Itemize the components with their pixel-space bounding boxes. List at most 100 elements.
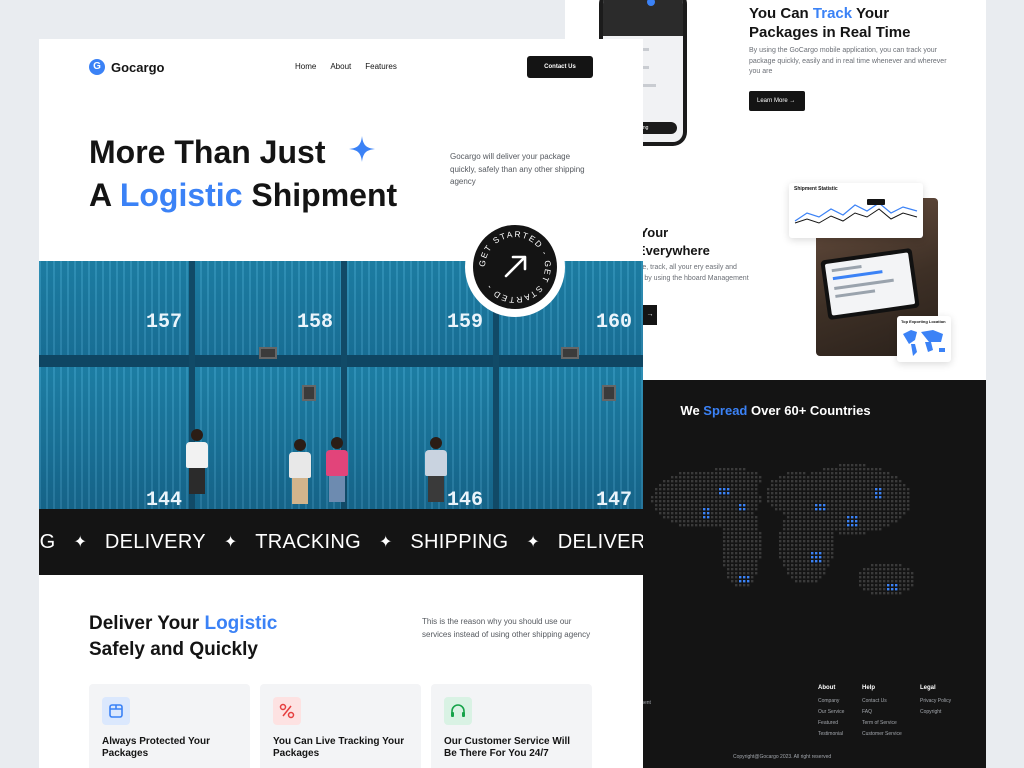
map-dot: [707, 504, 710, 507]
map-dot: [747, 580, 750, 583]
map-dot: [755, 488, 758, 491]
map-dot: [847, 472, 850, 475]
footer-link[interactable]: Customer Service: [862, 729, 902, 740]
map-dot: [751, 532, 754, 535]
map-dot: [883, 504, 886, 507]
map-dot: [731, 480, 734, 483]
map-dot: [771, 504, 774, 507]
map-dot: [779, 556, 782, 559]
gocargo-logo-icon[interactable]: G: [89, 59, 105, 75]
map-dot: [879, 568, 882, 571]
map-dot: [871, 472, 874, 475]
feature-card-tracking[interactable]: You Can Live Tracking Your Packages: [260, 684, 421, 768]
footer-link[interactable]: Copyright: [920, 707, 951, 718]
map-dot: [899, 496, 902, 499]
footer-link[interactable]: FAQ: [862, 707, 902, 718]
map-dot: [743, 556, 746, 559]
learn-more-button[interactable]: Learn More →: [749, 91, 805, 111]
map-dot: [727, 520, 730, 523]
map-dot: [887, 480, 890, 483]
map-dot: [739, 488, 742, 491]
map-dot: [815, 520, 818, 523]
map-dot: [719, 500, 722, 503]
map-dot: [795, 476, 798, 479]
map-dot: [807, 580, 810, 583]
map-dot: [815, 492, 818, 495]
map-dot: [791, 560, 794, 563]
footer-link[interactable]: Company: [818, 696, 844, 707]
map-dot: [831, 504, 834, 507]
map-dot: [803, 508, 806, 511]
map-dot: [831, 540, 834, 543]
map-dot: [795, 512, 798, 515]
map-dot: [739, 580, 742, 583]
footer-link[interactable]: Contact Us: [862, 696, 902, 707]
map-dot: [679, 512, 682, 515]
map-dot: [859, 496, 862, 499]
map-dot: [791, 488, 794, 491]
map-dot: [807, 520, 810, 523]
map-dot: [747, 572, 750, 575]
map-dot: [755, 564, 758, 567]
map-dot: [839, 520, 842, 523]
map-dot: [871, 584, 874, 587]
map-dot: [691, 516, 694, 519]
footer-link[interactable]: Featured: [818, 718, 844, 729]
footer-link[interactable]: Privacy Policy: [920, 696, 951, 707]
map-dot: [723, 476, 726, 479]
map-dot: [871, 484, 874, 487]
map-dot: [847, 504, 850, 507]
map-dot: [719, 520, 722, 523]
get-started-button[interactable]: GET STARTED - GET STARTED -: [465, 217, 565, 317]
map-dot: [659, 492, 662, 495]
map-dot: [803, 480, 806, 483]
nav-about[interactable]: About: [330, 62, 351, 71]
map-dot: [751, 476, 754, 479]
map-dot: [791, 492, 794, 495]
person-figure: [326, 437, 348, 502]
feature-card-support[interactable]: Our Customer Service Will Be There For Y…: [431, 684, 592, 768]
map-dot: [703, 476, 706, 479]
nav-home[interactable]: Home: [295, 62, 316, 71]
map-dot: [759, 532, 762, 535]
map-dot: [691, 500, 694, 503]
map-dot: [907, 572, 910, 575]
map-dot: [887, 564, 890, 567]
map-dot: [751, 564, 754, 567]
map-dot: [879, 572, 882, 575]
map-dot: [855, 516, 858, 519]
map-dot: [679, 488, 682, 491]
contact-us-button[interactable]: Contact Us: [527, 56, 593, 78]
map-dot: [863, 496, 866, 499]
map-dot: [727, 484, 730, 487]
footer-link[interactable]: Our Service: [818, 707, 844, 718]
map-dot: [751, 504, 754, 507]
map-dot: [851, 480, 854, 483]
map-dot: [671, 492, 674, 495]
map-dot: [807, 552, 810, 555]
map-dot: [743, 508, 746, 511]
map-dot: [871, 476, 874, 479]
map-dot: [819, 548, 822, 551]
map-dot: [823, 504, 826, 507]
map-dot: [803, 500, 806, 503]
map-dot: [703, 496, 706, 499]
nav-features[interactable]: Features: [365, 62, 397, 71]
footer-link[interactable]: Testimonial: [818, 729, 844, 740]
map-dot: [715, 524, 718, 527]
map-dot: [787, 528, 790, 531]
brand-name[interactable]: Gocargo: [111, 60, 164, 75]
map-dot: [867, 484, 870, 487]
footer-link[interactable]: Term of Service: [862, 718, 902, 729]
map-dot: [843, 472, 846, 475]
map-dot: [819, 576, 822, 579]
map-dot: [771, 480, 774, 483]
map-dot: [903, 576, 906, 579]
map-dot: [883, 476, 886, 479]
map-dot: [859, 480, 862, 483]
map-dot: [723, 556, 726, 559]
map-dot: [811, 580, 814, 583]
feature-card-protection[interactable]: Always Protected Your Packages: [89, 684, 250, 768]
map-dot: [787, 568, 790, 571]
manage-arrow-button[interactable]: →: [643, 305, 657, 325]
